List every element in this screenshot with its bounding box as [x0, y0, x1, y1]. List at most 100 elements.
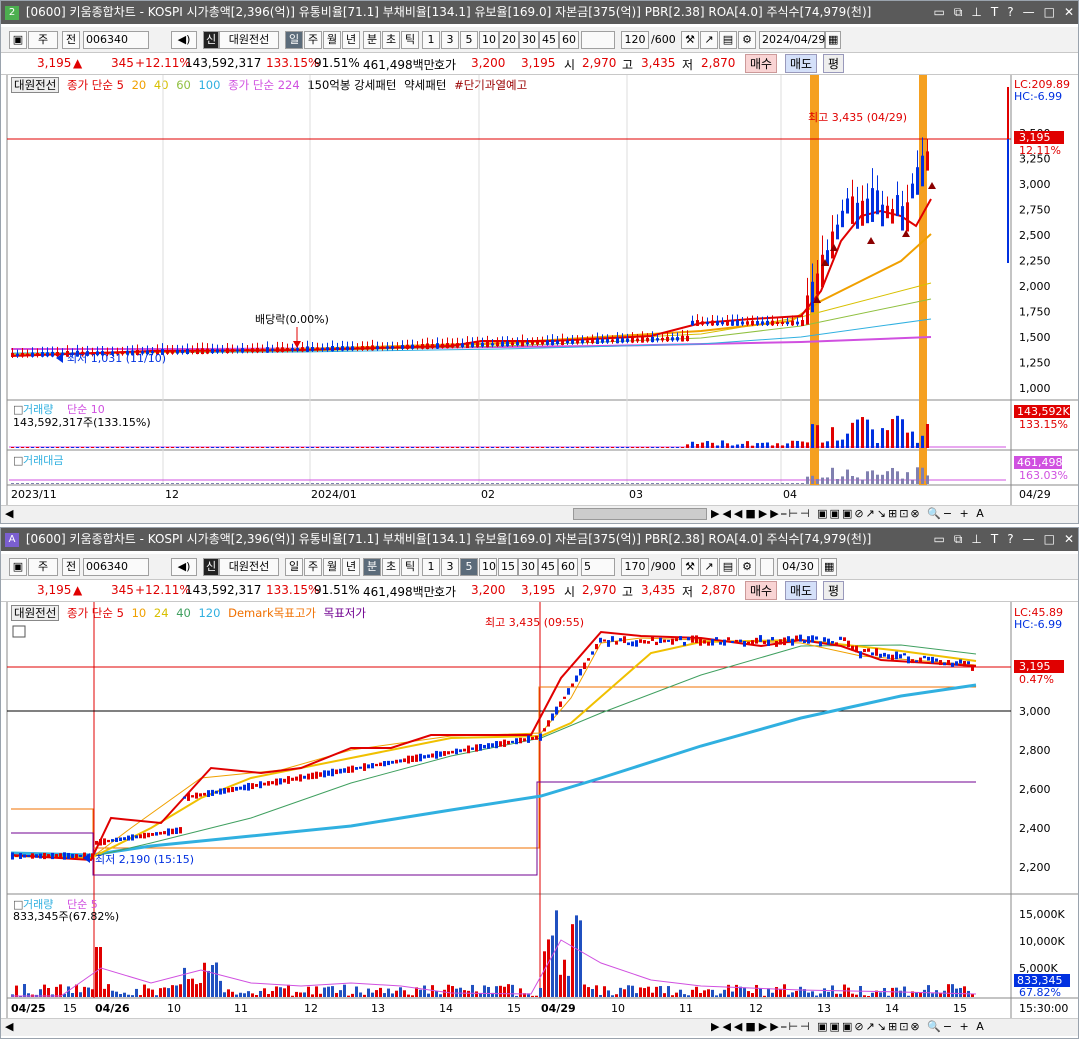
bottom-titlebar[interactable]: A [0600] 키움종합차트 - KOSPI 시가총액[2,396(억)] 유… [1, 528, 1078, 551]
font-icon[interactable]: T [991, 532, 998, 546]
tools-icon[interactable]: ⚒ [681, 31, 699, 49]
num-60[interactable]: 60 [558, 558, 578, 576]
volume-bar [551, 935, 554, 997]
code-input[interactable]: 006340 [83, 31, 149, 49]
code-input[interactable]: 006340 [83, 558, 149, 576]
candle [251, 783, 254, 790]
date-input[interactable]: 2024/04/29 [759, 31, 825, 49]
settings-icon[interactable]: ⚙ [738, 558, 756, 576]
period-week[interactable]: 주 [304, 558, 322, 576]
period-day[interactable]: 일 [285, 31, 303, 49]
volume-bar [171, 447, 174, 448]
scroll-left-icon[interactable]: ◀ [5, 507, 13, 520]
num-1[interactable]: 1 [422, 558, 440, 576]
num-1[interactable]: 1 [422, 31, 440, 49]
pin-icon[interactable]: ⊥ [971, 532, 981, 546]
speaker-icon[interactable]: ◀) [171, 558, 197, 576]
volume-bar [343, 984, 346, 997]
top-chart-svg[interactable]: 최고 3,435 (04/29) 배당락(0.00%) 최저 1,031 (11… [1, 75, 1078, 505]
num-10[interactable]: 10 [479, 558, 497, 576]
amount-bar [241, 483, 244, 484]
top-titlebar[interactable]: 2 [0600] 키움종합차트 - KOSPI 시가총액[2,396(억)] 유… [1, 1, 1078, 24]
period-month[interactable]: 월 [323, 31, 341, 49]
period-min[interactable]: 분 [363, 558, 381, 576]
restore-icon[interactable]: ▭ [934, 532, 945, 546]
save-icon[interactable]: ▤ [719, 558, 737, 576]
settings-icon[interactable]: ⚙ [738, 31, 756, 49]
playback-controls[interactable]: ▶◀◀■▶▶ [711, 507, 782, 520]
date-input[interactable]: 04/30 [777, 558, 819, 576]
save-icon[interactable]: ▤ [719, 31, 737, 49]
layout-icon[interactable]: ▣ [9, 31, 27, 49]
zoom-icons[interactable]: ⎯⊢⊣ ▣▣▣⊘↗↘⊞⊡⊗ 🔍− + A [781, 1020, 986, 1034]
calendar-icon[interactable]: ▦ [821, 558, 837, 576]
num-60[interactable]: 45 [539, 31, 559, 49]
draw-icon[interactable]: ↗ [700, 558, 718, 576]
pin-icon[interactable]: ⊥ [971, 5, 981, 19]
unit-select[interactable] [581, 31, 615, 49]
range-select[interactable]: 전 [62, 31, 80, 49]
type-select[interactable]: 주 [28, 558, 58, 576]
tile-icon[interactable]: ⧉ [954, 532, 963, 546]
close-icon[interactable]: ✕ [1064, 5, 1074, 19]
period-year[interactable]: 년 [342, 558, 360, 576]
close-icon[interactable]: ✕ [1064, 532, 1074, 546]
period-month[interactable]: 월 [323, 558, 341, 576]
bottom-chart-svg[interactable]: 최고 3,435 (09:55) 최저 2,190 (15:15) LC:45.… [1, 602, 1078, 1022]
calendar-icon[interactable]: ▦ [825, 31, 841, 49]
num-20[interactable]: 20 [499, 31, 519, 49]
buy-button[interactable]: 매수 [745, 581, 778, 600]
restore-icon[interactable]: ▭ [934, 5, 945, 19]
num-5[interactable]: 5 [460, 558, 478, 576]
num-30[interactable]: 30 [519, 31, 539, 49]
minimize-icon[interactable]: — [1023, 532, 1035, 546]
tile-icon[interactable]: ⧉ [954, 5, 963, 19]
num-3[interactable]: 3 [441, 558, 459, 576]
period-year[interactable]: 년 [342, 31, 360, 49]
num-5[interactable]: 5 [460, 31, 478, 49]
stock-name[interactable]: 대원전선 [219, 31, 279, 49]
scroll-left-icon[interactable]: ◀ [5, 1020, 13, 1033]
count-input[interactable]: 120 [621, 31, 649, 49]
period-week[interactable]: 주 [304, 31, 322, 49]
num-45[interactable]: 45 [538, 558, 558, 576]
period-sec[interactable]: 초 [382, 31, 400, 49]
tools-icon[interactable]: ⚒ [681, 558, 699, 576]
zoom-icons[interactable]: ⎯⊢⊣ ▣▣▣⊘↗↘⊞⊡⊗ 🔍− + A [781, 507, 986, 521]
stock-name[interactable]: 대원전선 [219, 558, 279, 576]
range-select[interactable]: 전 [62, 558, 80, 576]
period-day[interactable]: 일 [285, 558, 303, 576]
num-15[interactable]: 15 [498, 558, 518, 576]
playback-controls[interactable]: ▶◀◀■▶▶ [711, 1020, 782, 1033]
flat-button[interactable]: 평 [823, 54, 845, 73]
top-scrollbar[interactable]: ◀ ▶◀◀■▶▶ ⎯⊢⊣ ▣▣▣⊘↗↘⊞⊡⊗ 🔍− + A [1, 505, 1078, 523]
bottom-scrollbar[interactable]: ◀ ▶◀◀■▶▶ ⎯⊢⊣ ▣▣▣⊘↗↘⊞⊡⊗ 🔍− + A [1, 1018, 1078, 1036]
flat-button[interactable]: 평 [823, 581, 845, 600]
num-10[interactable]: 10 [479, 31, 499, 49]
minimize-icon[interactable]: — [1023, 5, 1035, 19]
period-sec[interactable]: 초 [382, 558, 400, 576]
draw-icon[interactable]: ↗ [700, 31, 718, 49]
speaker-icon[interactable]: ◀) [171, 31, 197, 49]
period-tick[interactable]: 틱 [401, 558, 419, 576]
maximize-icon[interactable]: □ [1044, 5, 1055, 19]
count-input[interactable]: 170 [621, 558, 649, 576]
sell-button[interactable]: 매도 [785, 581, 818, 600]
maximize-icon[interactable]: □ [1044, 532, 1055, 546]
type-select[interactable]: 주 [28, 31, 58, 49]
num-30[interactable]: 30 [518, 558, 538, 576]
font-icon[interactable]: T [991, 5, 998, 19]
period-min[interactable]: 분 [363, 31, 381, 49]
scroll-thumb[interactable] [573, 508, 707, 520]
num-3[interactable]: 3 [441, 31, 459, 49]
checkbox[interactable] [760, 558, 774, 576]
unit-select[interactable]: 5 [581, 558, 615, 576]
amount-bar [196, 483, 199, 484]
sell-button[interactable]: 매도 [785, 54, 818, 73]
layout-icon[interactable]: ▣ [9, 558, 27, 576]
buy-button[interactable]: 매수 [745, 54, 778, 73]
num-120[interactable]: 60 [559, 31, 579, 49]
help-icon[interactable]: ? [1007, 532, 1013, 546]
period-tick[interactable]: 틱 [401, 31, 419, 49]
help-icon[interactable]: ? [1007, 5, 1013, 19]
